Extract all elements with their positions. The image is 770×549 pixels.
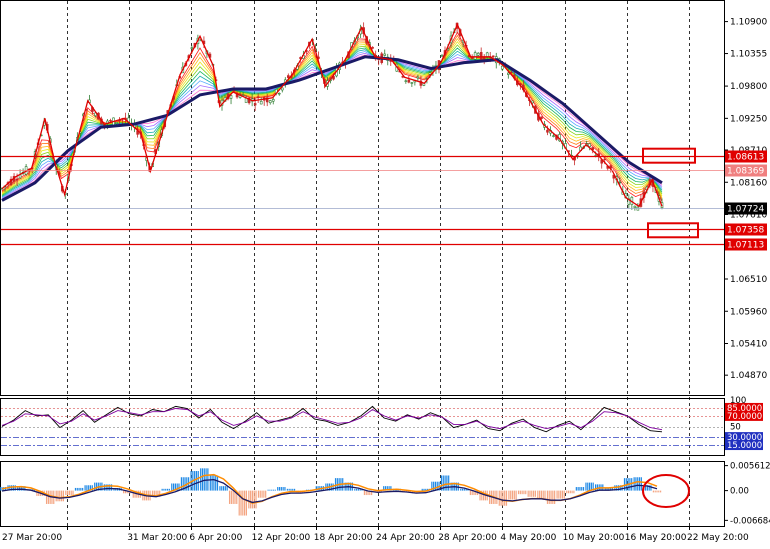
candle [546, 129, 549, 133]
current-price-label: 1.07724 [727, 205, 764, 215]
price-level-label: 1.07358 [727, 226, 764, 236]
annotation-rectangle[interactable] [642, 147, 696, 164]
y-tick-label: 1.04870 [730, 371, 767, 381]
candle [253, 103, 257, 106]
x-tick-label: 10 May 20:00 [563, 533, 625, 543]
candle [552, 135, 555, 137]
candle [470, 57, 474, 60]
candle [491, 55, 495, 58]
candle [277, 92, 281, 95]
candle [383, 53, 387, 56]
x-tick-label: 27 Mar 20:00 [2, 533, 62, 543]
candle [603, 158, 607, 161]
x-tick-label: 24 Apr 20:00 [376, 533, 435, 543]
candle [256, 96, 260, 98]
oscillator-line [1, 408, 663, 431]
x-tick-label: 28 Apr 20:00 [438, 533, 497, 543]
candle [416, 76, 420, 79]
x-tick-label: 6 Apr 20:00 [189, 533, 242, 543]
candle [280, 87, 284, 91]
ribbon-ma-line [1, 37, 663, 199]
macd-panel[interactable] [0, 468, 690, 516]
candle [618, 181, 622, 184]
price-level-label: 1.08613 [727, 153, 764, 163]
x-tick-label: 12 Apr 20:00 [252, 533, 311, 543]
candle [410, 82, 414, 84]
y-tick-label: 1.10900 [730, 18, 767, 28]
trading-chart[interactable]: 27 Mar 20:00 31 Mar 20:00 6 Apr 20:00 12 Ap… [0, 0, 770, 545]
oscillator-tick-label: 15.0000 [727, 441, 762, 451]
macd-tick-label: 0.0056125 [730, 462, 770, 472]
vertical-grid [67, 1, 690, 526]
candle [190, 47, 194, 49]
price-frame [0, 0, 725, 396]
annotation-rectangle[interactable] [647, 222, 699, 239]
price-level-label: 1.08369 [727, 167, 764, 177]
x-tick-label: 18 Apr 20:00 [314, 533, 373, 543]
macd-tick-label: -0.0066846 [730, 516, 770, 526]
oscillator-tick-label: 70.0000 [727, 412, 762, 422]
candle [259, 100, 263, 105]
candle [428, 72, 432, 75]
candle [473, 52, 477, 60]
panel-frames [0, 0, 725, 527]
oscillator-panel[interactable] [1, 405, 724, 446]
candle [588, 143, 591, 147]
candle [404, 80, 408, 82]
x-tick-label: 22 May 20:00 [687, 533, 749, 543]
zigzag-line [1, 22, 663, 208]
candle [440, 55, 444, 57]
candle [268, 100, 272, 104]
candle [500, 65, 504, 70]
y-tick-label: 1.10355 [730, 50, 767, 60]
y-tick-label: 1.06510 [730, 275, 767, 285]
oscillator-line [1, 405, 663, 433]
y-tick-label: 1.09250 [730, 114, 767, 124]
candle [540, 116, 543, 119]
axes: 27 Mar 20:00 31 Mar 20:00 6 Apr 20:00 12 Ap… [2, 18, 770, 543]
price-level-label: 1.07113 [727, 241, 764, 251]
y-tick-label: 1.09800 [730, 82, 767, 92]
macd-frame [0, 461, 725, 527]
candle [510, 71, 513, 74]
candle [271, 99, 275, 102]
macd-tick-label: 0.00 [730, 487, 749, 497]
ribbon-ma-line [1, 34, 663, 200]
y-tick-label: 1.08160 [730, 178, 767, 188]
candle [507, 72, 510, 75]
candle [229, 95, 233, 99]
y-tick-label: 1.05960 [730, 307, 767, 317]
oscillator-tick-label: 50 [730, 423, 741, 433]
candle [371, 47, 374, 49]
candle [287, 75, 290, 78]
x-tick-label: 4 May 20:00 [500, 533, 556, 543]
candle [109, 120, 112, 122]
candle [407, 79, 411, 83]
chart-window: 27 Mar 20:00 31 Mar 20:00 6 Apr 20:00 12 Ap… [0, 0, 770, 545]
x-tick-label: 31 Mar 20:00 [127, 533, 187, 543]
candle [15, 178, 19, 181]
candle [476, 52, 480, 56]
y-tick-label: 1.05410 [730, 340, 767, 350]
candle [633, 205, 637, 208]
annotation-ellipse[interactable] [642, 474, 690, 509]
x-tick-label: 16 May 20:00 [625, 533, 687, 543]
price-panel[interactable] [0, 22, 724, 246]
oscillator-frame [0, 398, 725, 456]
candle [115, 122, 118, 124]
